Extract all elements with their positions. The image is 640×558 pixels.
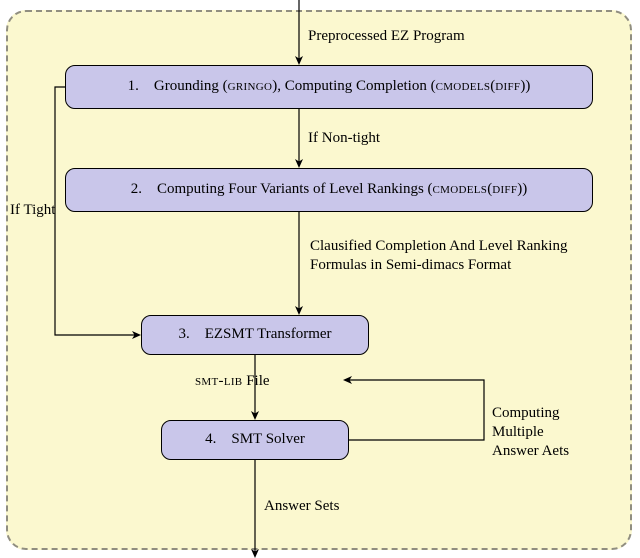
node-smt-solver: 4. SMT Solver	[161, 420, 349, 460]
diagram-canvas: 1. Grounding (gringo), Computing Complet…	[0, 0, 640, 558]
node-ezsmt-transformer: 3. EZSMT Transformer	[141, 315, 369, 355]
node-grounding-completion: 1. Grounding (gringo), Computing Complet…	[65, 65, 593, 109]
label-clausified: Clausified Completion And Level Ranking …	[310, 237, 640, 275]
label-preprocessed-input: Preprocessed EZ Program	[308, 27, 465, 46]
node4-text: 4. SMT Solver	[205, 430, 305, 450]
label-if-nontight: If Non-tight	[308, 129, 380, 148]
node3-text: 3. EZSMT Transformer	[178, 325, 331, 345]
label-computing-multiple: Computing Multiple Answer Aets	[492, 404, 632, 460]
node2-text: 2. Computing Four Variants of Level Rank…	[131, 180, 528, 200]
label-answer-sets: Answer Sets	[264, 497, 339, 516]
node-level-rankings: 2. Computing Four Variants of Level Rank…	[65, 168, 593, 212]
label-if-tight: If Tight	[10, 201, 55, 220]
node1-text: 1. Grounding (gringo), Computing Complet…	[128, 77, 531, 97]
label-smtlib-file: smt-lib File	[195, 372, 270, 391]
